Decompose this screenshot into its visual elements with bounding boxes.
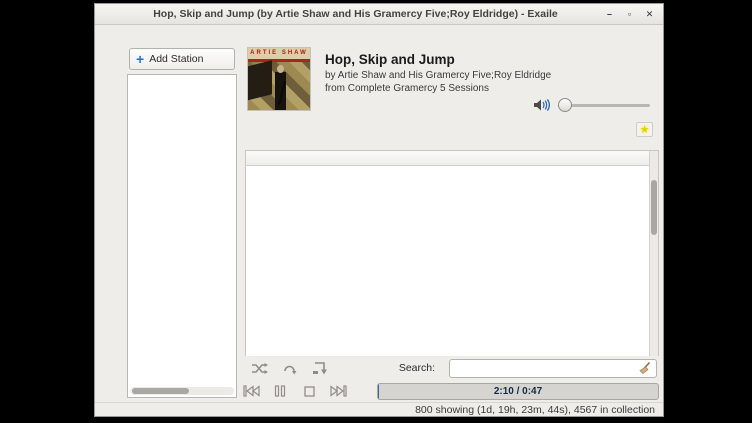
speaker-icon[interactable] — [533, 98, 551, 112]
track-table — [245, 150, 659, 356]
volume-slider-knob[interactable] — [558, 98, 572, 112]
album-art-artist-text: ARTIE SHAW — [248, 48, 310, 59]
horizontal-scrollbar-thumb[interactable] — [132, 388, 189, 394]
horizontal-scrollbar[interactable] — [130, 387, 234, 395]
minimize-button[interactable]: – — [604, 9, 615, 20]
vertical-scrollbar[interactable] — [649, 151, 658, 356]
maximize-button[interactable]: ▫ — [624, 9, 635, 20]
shuffle-icon[interactable] — [251, 362, 268, 375]
previous-track-button[interactable] — [241, 383, 261, 399]
seek-progress-bar[interactable]: 2:10 / 0:47 — [377, 383, 659, 400]
table-header — [246, 151, 649, 166]
stop-button[interactable] — [299, 383, 319, 399]
status-bar: 800 showing (1d, 19h, 23m, 44s), 4567 in… — [95, 402, 663, 416]
main-area: ARTIE SHAW Hop, Skip and Jump by Artie S… — [241, 45, 663, 402]
vertical-scrollbar-thumb[interactable] — [651, 180, 657, 235]
radio-panel: + Add Station — [123, 45, 241, 402]
search-input[interactable] — [454, 362, 638, 375]
star-icon[interactable]: ★ — [636, 122, 653, 137]
playlist-tab-strip — [241, 129, 659, 150]
search-box — [449, 359, 657, 378]
seek-time-text: 2:10 / 0:47 — [378, 384, 658, 399]
window-title: Hop, Skip and Jump (by Artie Shaw and Hi… — [95, 8, 590, 20]
pause-button[interactable] — [270, 383, 290, 399]
collection-status-text: 800 showing (1d, 19h, 23m, 44s), 4567 in… — [415, 404, 655, 416]
track-album: from Complete Gramercy 5 Sessions — [325, 83, 551, 94]
now-playing-header: ARTIE SHAW Hop, Skip and Jump by Artie S… — [241, 45, 659, 129]
next-track-button[interactable] — [328, 383, 348, 399]
add-station-label: Add Station — [149, 53, 203, 65]
volume-control — [533, 98, 650, 112]
close-button[interactable]: ✕ — [644, 9, 655, 20]
search-label: Search: — [399, 362, 435, 374]
titlebar[interactable]: Hop, Skip and Jump (by Artie Shaw and Hi… — [95, 4, 663, 25]
track-title: Hop, Skip and Jump — [325, 52, 551, 67]
plus-icon: + — [136, 53, 144, 65]
add-station-button[interactable]: + Add Station — [129, 48, 235, 70]
album-art: ARTIE SHAW — [247, 47, 311, 111]
now-playing-info: Hop, Skip and Jump by Artie Shaw and His… — [325, 52, 551, 94]
track-artist: by Artie Shaw and His Gramercy Five;Roy … — [325, 70, 551, 81]
dynamic-playlist-icon[interactable] — [312, 362, 327, 375]
exaile-window: Hop, Skip and Jump (by Artie Shaw and Hi… — [94, 3, 664, 417]
window-controls: – ▫ ✕ — [590, 9, 663, 20]
content-area: + Add Station ARTIE SHAW — [95, 45, 663, 402]
clear-search-broom-icon[interactable] — [638, 361, 652, 375]
volume-slider[interactable] — [558, 104, 650, 107]
screen-background: Hop, Skip and Jump (by Artie Shaw and Hi… — [0, 0, 752, 423]
sidebar-tab-strip — [95, 45, 123, 402]
stations-tree — [127, 74, 237, 398]
menu-bar — [95, 25, 663, 45]
repeat-icon[interactable] — [282, 362, 298, 375]
playlist-tool-row: Search: — [241, 356, 659, 380]
transport-bar: 2:10 / 0:47 — [241, 380, 659, 402]
